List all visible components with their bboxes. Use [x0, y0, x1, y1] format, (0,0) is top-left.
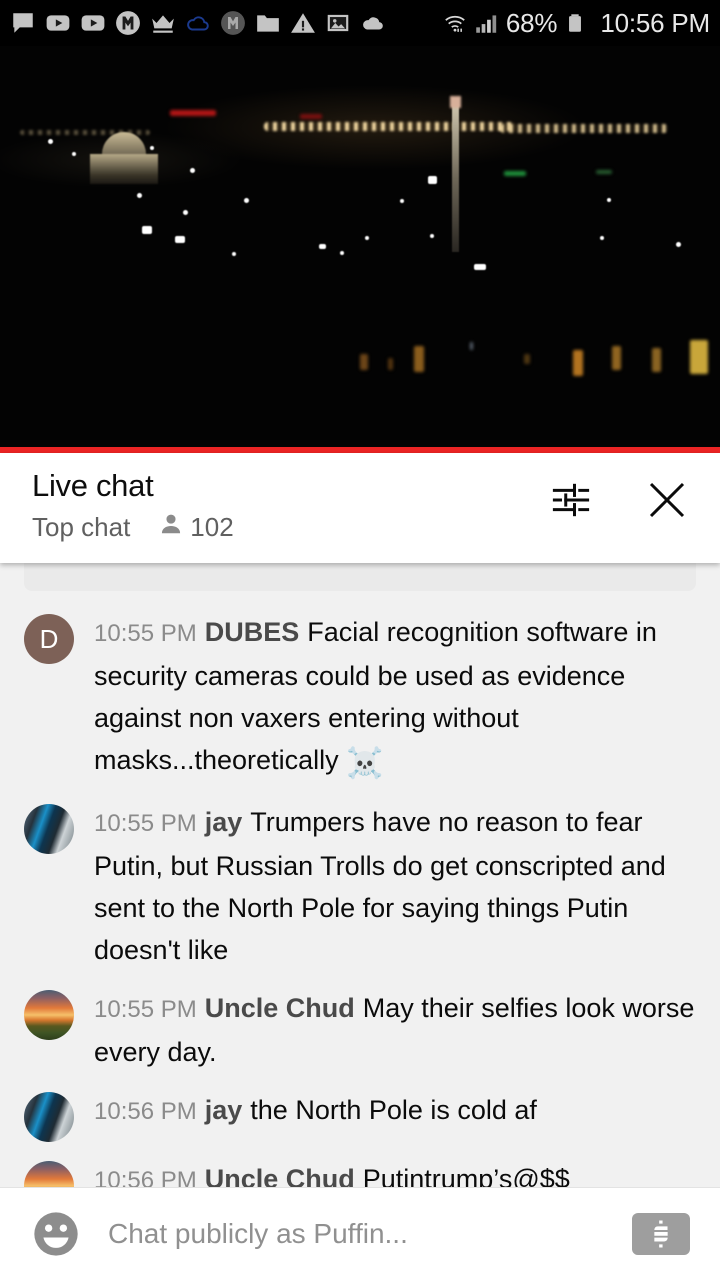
message-author[interactable]: DUBES [205, 617, 300, 647]
chat-settings-button[interactable] [544, 473, 598, 527]
youtube-icon [45, 10, 71, 36]
battery-percent-label: 68% [505, 7, 558, 38]
cellular-signal-icon [473, 10, 499, 36]
emoji-picker-button[interactable] [30, 1208, 82, 1260]
live-chat-header: Live chat Top chat 102 [0, 453, 720, 563]
status-bar-system-icons: 68% 10:56 PM [440, 8, 710, 39]
table-row[interactable]: D 10:55 PM DUBES Facial recognition softwa… [0, 611, 720, 785]
table-row[interactable]: 10:56 PM jay the North Pole is cold af [0, 1089, 720, 1142]
clock-label: 10:56 PM [600, 7, 710, 38]
live-chat-header-actions [544, 473, 694, 527]
message-author[interactable]: Uncle Chud [205, 1164, 355, 1188]
chat-message-input[interactable]: Chat publicly as Puffin... [108, 1218, 632, 1250]
person-icon [158, 511, 184, 542]
close-chat-button[interactable] [640, 473, 694, 527]
live-chat-message-list[interactable]: LEARN MORE D 10:55 PMDUBESFacial recogni… [0, 563, 720, 1188]
message-timestamp: 10:55 PM [94, 620, 197, 647]
avatar[interactable] [24, 804, 74, 854]
message-body: 10:55 PM DUBES Facial recognition software… [94, 611, 706, 785]
video-frame-night-cityscape [0, 46, 720, 453]
wifi-icon [440, 10, 466, 36]
status-bar: 68% 10:56 PM [0, 0, 720, 46]
m-badge-icon [220, 10, 246, 36]
message-timestamp: 10:55 PM [94, 810, 197, 837]
avatar[interactable] [24, 1092, 74, 1142]
table-row[interactable]: 10:56 PM Uncle Chud Putintrump’s@$$ [0, 1158, 720, 1188]
message-body: 10:56 PM Uncle Chud Putintrump’s@$$ [94, 1158, 706, 1188]
video-player[interactable] [0, 46, 720, 453]
page-title: Live chat [32, 468, 154, 503]
message-author[interactable]: jay [205, 1095, 243, 1125]
youtube-icon [80, 10, 106, 36]
message-timestamp: 10:55 PM [94, 996, 197, 1023]
close-icon [649, 482, 685, 518]
emoji-smiley-icon [34, 1212, 78, 1256]
washington-monument [450, 96, 461, 252]
crown-icon [150, 10, 176, 36]
live-chat-titles: Live chat Top chat 102 [32, 467, 234, 542]
message-body: 10:56 PM jay the North Pole is cold af [94, 1089, 706, 1142]
message-body: 10:55 PM jay Trumpers have no reason to fe… [94, 801, 706, 971]
message-icon [10, 10, 36, 36]
table-row[interactable]: 10:55 PM jay Trumpers have no reason to fe… [0, 801, 720, 971]
skull-crossbones-emoji: ☠️ [346, 747, 384, 780]
message-author[interactable]: jay [205, 807, 243, 837]
live-chat-subheader: Top chat 102 [32, 511, 234, 542]
message-text: the North Pole is cold af [250, 1095, 537, 1125]
avatar[interactable] [24, 1161, 74, 1188]
message-author[interactable]: Uncle Chud [205, 993, 355, 1023]
monzo-icon [115, 10, 141, 36]
chat-mode-label[interactable]: Top chat [32, 512, 130, 542]
onedrive-icon [185, 10, 211, 36]
avatar[interactable]: D [24, 614, 74, 664]
message-body: 10:55 PM Uncle Chud May their selfies look… [94, 987, 706, 1073]
super-chat-button[interactable] [632, 1213, 690, 1255]
chat-input-bar: Chat publicly as Puffin... [0, 1187, 720, 1280]
table-row[interactable]: 10:55 PM Uncle Chud May their selfies look… [0, 987, 720, 1073]
message-timestamp: 10:56 PM [94, 1167, 197, 1188]
super-chat-dollar-icon [654, 1220, 668, 1248]
battery-icon [564, 10, 590, 36]
tune-icon [552, 483, 590, 517]
folder-icon [255, 10, 281, 36]
youtube-live-chat-screen: 68% 10:56 PM Live chat Top chat 102 D 10… [0, 0, 720, 1280]
avatar-initial: D [39, 623, 59, 654]
message-text: Putintrump’s@$$ [362, 1164, 570, 1188]
messages-container: D 10:55 PM DUBES Facial recognition softwa… [0, 611, 720, 1188]
cloud-icon [360, 10, 386, 36]
photo-icon [325, 10, 351, 36]
viewer-count-group: 102 [158, 511, 234, 542]
viewer-count-label: 102 [190, 511, 234, 542]
status-bar-notification-icons [10, 10, 440, 36]
message-timestamp: 10:56 PM [94, 1098, 197, 1125]
warning-icon [290, 10, 316, 36]
chat-banner-card[interactable]: LEARN MORE [24, 563, 696, 591]
jefferson-memorial [88, 132, 160, 184]
avatar[interactable] [24, 990, 74, 1040]
